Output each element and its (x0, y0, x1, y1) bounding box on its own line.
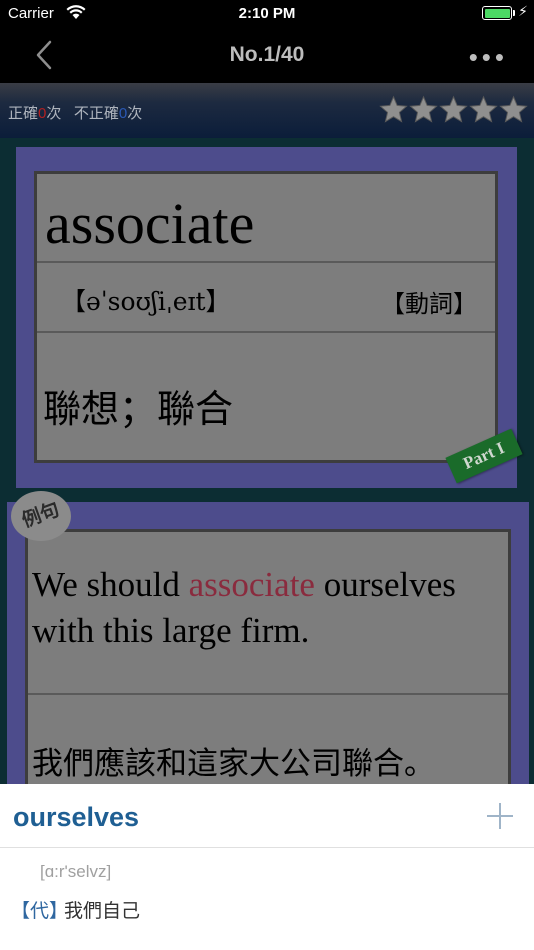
word-card: associate 【əˈsoʊʃiˌeɪt】 【動詞】 聯想；聯合 (16, 147, 517, 488)
ellipsis-icon[interactable]: ••• (469, 42, 508, 73)
example-highlight-word[interactable]: associate (189, 565, 315, 604)
example-chinese: 我們應該和這家大公司聯合。 (32, 746, 435, 782)
star-icon[interactable] (469, 95, 498, 124)
part-of-speech: 【動詞】 (381, 291, 477, 318)
battery-tip (513, 10, 515, 16)
word-card-body: associate 【əˈsoʊʃiˌeɪt】 【動詞】 聯想；聯合 (34, 171, 498, 463)
nav-bar: No.1/40 ••• (0, 28, 534, 83)
divider (37, 261, 495, 263)
plus-icon[interactable] (485, 801, 515, 831)
lookup-phonetic: [ɑ:r'selvz] (40, 862, 112, 881)
word-text: associate (45, 191, 255, 256)
example-badge: 例句 (11, 491, 71, 541)
divider (37, 331, 495, 333)
incorrect-count: 0 (118, 105, 128, 122)
screen: Carrier 2:10 PM ⚡ No.1/40 ••• 正確0次 不正確0次… (0, 0, 534, 950)
example-english[interactable]: We should associate ourselves with this … (32, 562, 512, 654)
phonetic-text: 【əˈsoʊʃiˌeɪt】 (61, 287, 231, 316)
page-title: No.1/40 (229, 43, 305, 66)
star-icon[interactable] (379, 95, 408, 124)
correct-suffix: 次 (46, 105, 62, 122)
incorrect-suffix: 次 (127, 105, 143, 122)
rating-stars[interactable] (378, 95, 528, 125)
example-card: We should associate ourselves with this … (7, 502, 529, 819)
lookup-pos: 【代】 (11, 901, 69, 922)
stats-bar: 正確0次 不正確0次 (0, 83, 534, 138)
answer-stats: 正確0次 不正確0次 (8, 102, 142, 123)
divider (28, 693, 508, 695)
status-bar: Carrier 2:10 PM ⚡ (0, 0, 534, 28)
star-icon[interactable] (439, 95, 468, 124)
lookup-word: ourselves (13, 802, 140, 832)
clock: 2:10 PM (238, 5, 296, 22)
correct-label: 正確 (8, 105, 39, 122)
battery-icon (482, 6, 512, 20)
word-lookup-popup: ourselves [ɑ:r'selvz] 【代】 我們自己 (0, 784, 534, 950)
star-icon[interactable] (409, 95, 438, 124)
divider (0, 847, 534, 848)
lookup-meaning: 我們自己 (64, 901, 141, 922)
charging-icon: ⚡ (518, 3, 528, 19)
incorrect-label: 不正確 (73, 105, 119, 122)
example-text-before: We should (32, 565, 189, 604)
star-icon[interactable] (499, 95, 528, 124)
meaning-text: 聯想；聯合 (43, 387, 234, 431)
example-card-body: We should associate ourselves with this … (25, 529, 511, 819)
